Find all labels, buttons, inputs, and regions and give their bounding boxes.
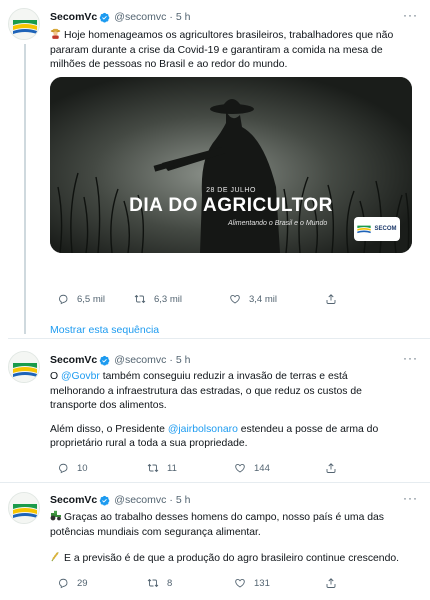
avatar[interactable]: [8, 492, 40, 524]
tweet-1[interactable]: SecomVc @secomvc · 5 h ··· Hoje homenage…: [0, 0, 430, 334]
reply-icon: [57, 293, 69, 305]
verified-badge-icon: [99, 495, 110, 506]
more-options-icon[interactable]: ···: [403, 9, 418, 21]
avatar[interactable]: [8, 351, 40, 383]
reply-count: 6,5 mil: [77, 293, 105, 305]
like-icon: [234, 577, 246, 589]
reply-button[interactable]: 29: [57, 577, 147, 589]
tweet-header: SecomVc @secomvc · 5 h ···: [50, 351, 418, 366]
tweet-header: SecomVc @secomvc · 5 h ···: [50, 491, 418, 506]
show-thread-label[interactable]: Mostrar esta sequência: [50, 324, 159, 336]
handle[interactable]: @secomvc: [114, 494, 166, 506]
tweet-text-line: Hoje homenageamos os agricultores brasil…: [64, 30, 394, 41]
retweet-count: 6,3 mil: [154, 293, 182, 305]
reply-count: 10: [77, 462, 88, 474]
tweet-text: O @Govbr também conseguiu reduzir a inva…: [50, 371, 379, 449]
timestamp[interactable]: 5 h: [176, 494, 191, 506]
share-button[interactable]: [325, 293, 345, 305]
tweet-2[interactable]: SecomVc @secomvc · 5 h ··· O @Govbr tamb…: [0, 345, 430, 483]
like-button[interactable]: 144: [234, 462, 325, 474]
tweet-actions: 6,5 mil 6,3 mil 3,4 mil: [57, 292, 367, 306]
share-button[interactable]: [325, 577, 345, 589]
like-icon: [229, 293, 241, 305]
verified-badge-icon: [99, 12, 110, 23]
share-icon: [325, 462, 337, 474]
tweet-media-image[interactable]: 28 DE JULHO DIA DO AGRICULTOR Alimentand…: [50, 77, 412, 253]
display-name[interactable]: SecomVc: [50, 354, 97, 366]
like-button[interactable]: 131: [234, 577, 325, 589]
handle[interactable]: @secomvc: [114, 11, 166, 23]
reply-count: 29: [77, 577, 88, 589]
tweet-header: SecomVc @secomvc · 5 h ···: [50, 8, 418, 23]
reply-button[interactable]: 10: [57, 462, 147, 474]
avatar[interactable]: [8, 8, 40, 40]
retweet-button[interactable]: 11: [147, 462, 234, 474]
retweet-button[interactable]: 6,3 mil: [134, 293, 229, 305]
like-count: 131: [254, 577, 270, 589]
like-count: 144: [254, 462, 270, 474]
retweet-icon: [147, 577, 159, 589]
retweet-icon: [147, 462, 159, 474]
farmer-emoji-icon: [50, 28, 61, 39]
retweet-count: 8: [167, 577, 173, 589]
reply-icon: [57, 462, 69, 474]
tweet-text-line: pararam durante a crise da Covid-19 e ga…: [50, 44, 383, 56]
mention-link[interactable]: @jairbolsonaro: [168, 424, 238, 435]
share-button[interactable]: [325, 462, 345, 474]
tweet-actions: 10 11 144: [57, 461, 367, 475]
media-subtitle: Alimentando o Brasil e o Mundo: [228, 220, 328, 227]
show-thread-link[interactable]: Mostrar esta sequência: [8, 321, 430, 339]
share-icon: [325, 577, 337, 589]
media-title: DIA DO AGRICULTOR: [129, 195, 333, 216]
like-button[interactable]: 3,4 mil: [229, 293, 325, 305]
display-name[interactable]: SecomVc: [50, 494, 97, 506]
more-options-icon[interactable]: ···: [403, 352, 418, 364]
retweet-count: 11: [167, 462, 177, 474]
display-name[interactable]: SecomVc: [50, 11, 97, 23]
wheat-emoji-icon: [50, 551, 61, 562]
reply-icon: [57, 577, 69, 589]
timestamp[interactable]: 5 h: [176, 354, 191, 366]
tweet-text: Graças ao trabalho desses homens do camp…: [50, 510, 400, 564]
like-icon: [234, 462, 246, 474]
like-count: 3,4 mil: [249, 293, 277, 305]
retweet-icon: [134, 293, 146, 305]
handle[interactable]: @secomvc: [114, 354, 166, 366]
tweet-text-line: milhões de pessoas no Brasil e ao redor …: [50, 59, 288, 70]
tractor-emoji-icon: [50, 510, 61, 521]
reply-button[interactable]: 6,5 mil: [57, 293, 134, 305]
retweet-button[interactable]: 8: [147, 577, 234, 589]
verified-badge-icon: [99, 355, 110, 366]
secom-logo-text: SECOM: [374, 226, 397, 232]
secom-logo: SECOM: [354, 217, 400, 241]
share-icon: [325, 293, 337, 305]
tweet-3[interactable]: SecomVc @secomvc · 5 h ··· Graças ao tra…: [0, 483, 430, 600]
tweet-text: Hoje homenageamos os agricultores brasil…: [50, 28, 418, 73]
thread-line: [24, 44, 26, 334]
timestamp[interactable]: 5 h: [176, 11, 191, 23]
more-options-icon[interactable]: ···: [403, 492, 418, 504]
mention-link[interactable]: @Govbr: [61, 371, 100, 382]
media-date: 28 DE JULHO: [206, 187, 256, 194]
tweet-actions: 29 8 131: [57, 576, 367, 590]
